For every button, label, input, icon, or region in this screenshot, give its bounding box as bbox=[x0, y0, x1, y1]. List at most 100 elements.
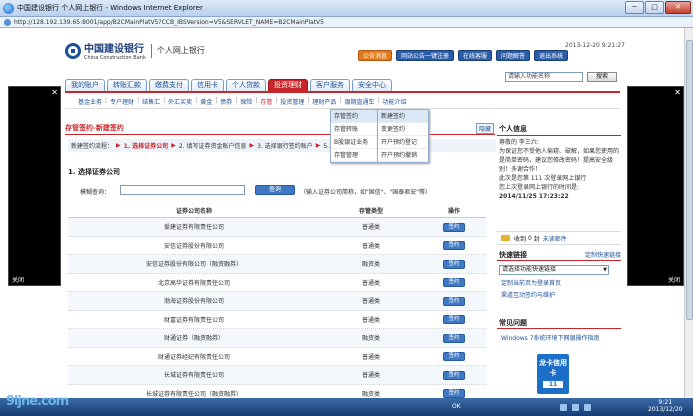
mail-box: 收到 0 封 未读邮件 bbox=[497, 231, 621, 245]
search-button[interactable]: 搜索 bbox=[587, 72, 617, 82]
register-button[interactable]: 网站公告一键注册 bbox=[396, 50, 455, 61]
vertical-scrollbar[interactable] bbox=[684, 28, 693, 398]
sign-button[interactable]: 签约 bbox=[443, 241, 465, 251]
col-type: 存管类型 bbox=[358, 208, 383, 215]
close-icon[interactable]: ✕ bbox=[51, 88, 58, 97]
url-text[interactable]: http://128.192.139.65:8001/app/B2CMainPl… bbox=[14, 19, 324, 26]
menu-new-sign[interactable]: 新建签约 bbox=[378, 110, 428, 123]
subnav-futures[interactable]: 银期直通车 bbox=[341, 97, 377, 106]
subnav-fx-trading[interactable]: 外汇买卖 bbox=[165, 97, 195, 106]
subnav-intro[interactable]: 功能介绍 bbox=[380, 97, 410, 106]
subnav-insurance[interactable]: 保险 bbox=[237, 97, 255, 106]
tab-investment[interactable]: 投资理财 bbox=[268, 79, 308, 91]
table-row: 安信证券股份有限公司 普通类 签约 bbox=[68, 237, 486, 255]
announcement-button[interactable]: 公告消息 bbox=[358, 50, 393, 61]
query-button[interactable]: 查询 bbox=[255, 185, 295, 195]
watermark-logo: 9ljne.com bbox=[6, 394, 69, 409]
tab-transfer[interactable]: 转账汇款 bbox=[107, 79, 147, 91]
subnav-bonds[interactable]: 债券 bbox=[217, 97, 235, 106]
menu-preopen-cancel[interactable]: 开户预约撤销 bbox=[378, 149, 428, 162]
flag-icon[interactable] bbox=[584, 403, 591, 411]
subnav-wealth-products[interactable]: 理财产品 bbox=[309, 97, 339, 106]
main-heading-bar: 存管签约-新建签约 bbox=[65, 123, 495, 135]
left-ad-close-link[interactable]: 关闭 bbox=[12, 275, 24, 284]
page-content: ✕ 关闭 ✕ 关闭 中国建设银行 China Construction Bank… bbox=[0, 28, 693, 398]
subnav-special-account[interactable]: 专户理财 bbox=[107, 97, 137, 106]
customize-quick-links[interactable]: 定制快速链接 bbox=[585, 250, 621, 260]
unread-mail-link[interactable]: 未读邮件 bbox=[543, 234, 567, 243]
mail-count: 0 bbox=[527, 234, 532, 242]
globe-icon bbox=[4, 18, 11, 26]
menu-custody-manage[interactable]: 存管管理 bbox=[331, 149, 377, 162]
credit-card-promo[interactable]: 龙卡信用卡 11 bbox=[537, 354, 569, 394]
sign-button[interactable]: 签约 bbox=[443, 389, 465, 398]
table-row: 财富证券有限责任公司 普通类 签约 bbox=[68, 311, 486, 329]
steps-prefix: 新建签约流程： bbox=[71, 143, 114, 150]
close-icon[interactable]: ✕ bbox=[674, 88, 681, 97]
tab-security-center[interactable]: 安全中心 bbox=[352, 79, 392, 91]
hide-panel-button[interactable]: 隐藏 bbox=[476, 123, 495, 134]
step-3: 3. 选择银行签约账户 bbox=[257, 143, 313, 150]
scrollbar-thumb[interactable] bbox=[686, 40, 693, 320]
tab-my-account[interactable]: 我的账户 bbox=[65, 79, 105, 91]
sign-button[interactable]: 签约 bbox=[443, 222, 465, 232]
quick-links-panel: 快速链接 定制快速链接 请选择功能快速链接 定制当前页为登录首页 渠道互动签约与… bbox=[497, 250, 621, 299]
tab-payment[interactable]: 缴费支付 bbox=[149, 79, 189, 91]
subnav-fx-settlement[interactable]: 结售汇 bbox=[139, 97, 163, 106]
action-cell: 签约 bbox=[422, 277, 486, 288]
online-service-button[interactable]: 在线客服 bbox=[458, 50, 493, 61]
tab-customer-service[interactable]: 客户服务 bbox=[310, 79, 350, 91]
tab-personal-loan[interactable]: 个人贷款 bbox=[226, 79, 266, 91]
maximize-button[interactable]: □ bbox=[645, 1, 664, 14]
menu-custody-sign[interactable]: 存管签约 bbox=[331, 110, 377, 123]
system-clock[interactable]: 9:21 2013/12/20 bbox=[648, 399, 683, 413]
menu-b-share[interactable]: B股银证业务 bbox=[331, 136, 377, 149]
sign-button[interactable]: 签约 bbox=[443, 296, 465, 306]
sign-button[interactable]: 签约 bbox=[443, 259, 465, 269]
fuzzy-query-input[interactable] bbox=[120, 185, 245, 195]
tab-credit-card[interactable]: 信用卡 bbox=[191, 79, 224, 91]
sign-button[interactable]: 签约 bbox=[443, 370, 465, 380]
menu-change-sign[interactable]: 变更签约 bbox=[378, 123, 428, 136]
function-search-input[interactable]: 请输入功能名称 bbox=[505, 72, 583, 82]
right-ad-close-link[interactable]: 关闭 bbox=[668, 275, 680, 284]
volume-icon[interactable] bbox=[572, 403, 579, 411]
action-cell: 签约 bbox=[422, 388, 486, 398]
minimize-button[interactable]: ─ bbox=[625, 1, 644, 14]
quick-link-channel[interactable]: 渠道互动签约与维护 bbox=[501, 290, 621, 299]
subnav-custody[interactable]: 存管 bbox=[257, 97, 275, 106]
action-cell: 签约 bbox=[422, 370, 486, 380]
custody-type: 普通类 bbox=[361, 242, 380, 250]
sign-button[interactable]: 签约 bbox=[443, 352, 465, 362]
securities-table: 证券公司名称 存管类型 操作 爱建证券有限责任公司 普通类 签约 安信证券股份有限公司… bbox=[68, 206, 486, 398]
menu-custody-transfer[interactable]: 存管转账 bbox=[331, 123, 377, 136]
network-icon[interactable] bbox=[560, 403, 567, 411]
sign-button[interactable]: 签约 bbox=[443, 278, 465, 288]
faq-link-win7[interactable]: Windows 7系统环境下网银操作指南 bbox=[501, 333, 621, 342]
mail-prefix: 收到 bbox=[514, 235, 527, 243]
current-datetime: 2013-12-20 9:21:27 bbox=[565, 42, 625, 49]
quick-link-select[interactable]: 请选择功能快速链接 bbox=[499, 265, 609, 275]
table-row: 渤海证券股份有限公司 普通类 签约 bbox=[68, 292, 486, 311]
menu-preopen-register[interactable]: 开户预约登记 bbox=[378, 136, 428, 149]
action-cell: 签约 bbox=[422, 296, 486, 306]
address-bar[interactable]: http://128.192.139.65:8001/app/B2CMainPl… bbox=[0, 17, 693, 28]
system-tray bbox=[560, 398, 591, 416]
subnav-investment-mgmt[interactable]: 投资管理 bbox=[277, 97, 307, 106]
custody-type: 融资类 bbox=[361, 335, 380, 343]
browser-window: 中国建设银行 个人网上银行 - Windows Internet Explore… bbox=[0, 0, 693, 416]
section-title: 1. 选择证券公司 bbox=[68, 168, 120, 176]
taskbar-ok[interactable]: OK bbox=[448, 400, 465, 414]
logout-button[interactable]: 退出系统 bbox=[534, 50, 569, 61]
sign-button[interactable]: 签约 bbox=[443, 333, 465, 343]
subnav-gold[interactable]: 黄金 bbox=[197, 97, 215, 106]
sign-button[interactable]: 签约 bbox=[443, 315, 465, 325]
quick-links-title: 快速链接 bbox=[499, 251, 527, 259]
company-name: 北京高华证券有限责任公司 bbox=[157, 279, 230, 287]
close-window-button[interactable]: ✕ bbox=[665, 1, 691, 14]
promo-text: 龙卡信用卡 bbox=[539, 359, 567, 377]
subnav-fund[interactable]: 基金业务 bbox=[75, 97, 105, 106]
action-cell: 签约 bbox=[422, 314, 486, 325]
faq-button[interactable]: 问题解答 bbox=[496, 50, 531, 61]
quick-link-homepage[interactable]: 定制当前页为登录首页 bbox=[501, 278, 621, 287]
